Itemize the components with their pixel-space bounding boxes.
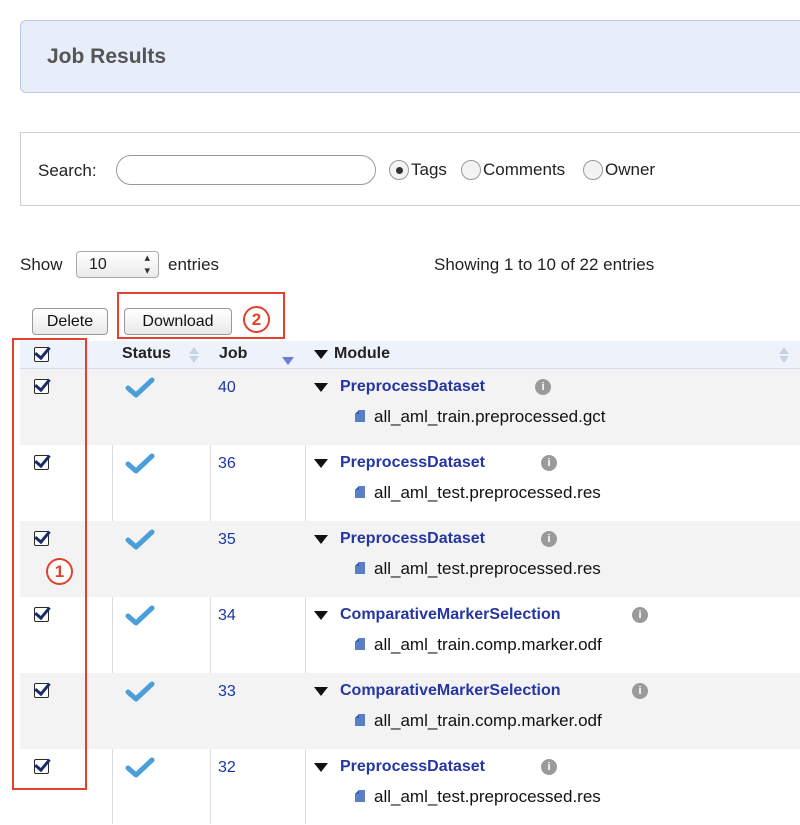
entries-label: entries (168, 255, 220, 274)
table-row[interactable]: 32 PreprocessDataset i all_aml_test.preproc… (20, 749, 800, 825)
file-output-icon (355, 486, 365, 498)
table-row[interactable]: 35 PreprocessDataset i all_aml_test.preproc… (20, 521, 800, 597)
sort-icon[interactable] (189, 346, 199, 364)
job-id-link[interactable]: 36 (218, 455, 236, 473)
checkmark-icon (125, 757, 155, 778)
job-id-link[interactable]: 34 (218, 607, 236, 625)
info-icon[interactable]: i (541, 455, 557, 471)
column-header-module[interactable]: Module (334, 345, 390, 363)
radio-comments[interactable]: Comments (461, 160, 565, 180)
checkmark-icon (125, 681, 155, 702)
search-label: Search: (38, 161, 97, 180)
file-output-icon (355, 790, 365, 802)
table-row[interactable]: 33 ComparativeMarkerSelection i all_aml_tra… (20, 673, 800, 749)
output-file-link[interactable]: all_aml_train.comp.marker.odf (374, 635, 602, 655)
checkmark-icon (125, 453, 155, 474)
info-icon[interactable]: i (541, 531, 557, 547)
page-title: Job Results (47, 45, 167, 68)
radio-comments-label: Comments (483, 160, 566, 179)
annotation-badge-1: 1 (46, 558, 73, 585)
job-id-link[interactable]: 32 (218, 759, 236, 777)
output-file-link[interactable]: all_aml_train.comp.marker.odf (374, 711, 602, 731)
expand-triangle-icon[interactable] (314, 383, 328, 392)
output-file-link[interactable]: all_aml_train.preprocessed.gct (374, 407, 606, 427)
radio-owner[interactable]: Owner (583, 160, 655, 180)
table-header: Status Job Module (20, 341, 800, 369)
expand-triangle-icon[interactable] (314, 611, 328, 620)
radio-tags-dot[interactable] (389, 160, 409, 180)
expand-triangle-icon[interactable] (314, 687, 328, 696)
module-name-link[interactable]: ComparativeMarkerSelection (340, 606, 561, 624)
checkmark-icon (125, 377, 155, 398)
info-icon[interactable]: i (535, 379, 551, 395)
checkmark-icon (125, 605, 155, 626)
radio-tags-label: Tags (411, 160, 447, 179)
radio-comments-dot[interactable] (461, 160, 481, 180)
expand-triangle-icon[interactable] (314, 763, 328, 772)
info-icon[interactable]: i (632, 607, 648, 623)
output-file-link[interactable]: all_aml_test.preprocessed.res (374, 483, 601, 503)
job-id-link[interactable]: 35 (218, 531, 236, 549)
showing-info: Showing 1 to 10 of 22 entries (434, 255, 655, 274)
entries-select[interactable]: 10 ▴ ▾ (76, 251, 159, 278)
collapse-all-icon[interactable] (314, 350, 328, 359)
expand-triangle-icon[interactable] (314, 535, 328, 544)
table-row[interactable]: 36 PreprocessDataset i all_aml_test.preproc… (20, 445, 800, 521)
output-file-link[interactable]: all_aml_test.preprocessed.res (374, 559, 601, 579)
delete-button[interactable]: Delete (32, 308, 108, 335)
search-panel: Search: Tags Comments Owner (20, 132, 800, 206)
search-input[interactable] (116, 155, 376, 185)
job-results-table: Status Job Module 40 PreprocessDataset i al… (20, 341, 800, 824)
info-icon[interactable]: i (632, 683, 648, 699)
file-output-icon (355, 562, 365, 574)
table-row[interactable]: 34 ComparativeMarkerSelection i all_aml_tra… (20, 597, 800, 673)
file-output-icon (355, 410, 365, 422)
column-header-job[interactable]: Job (219, 345, 247, 363)
module-name-link[interactable]: PreprocessDataset (340, 530, 485, 548)
job-id-link[interactable]: 40 (218, 379, 236, 397)
page-header: Job Results (20, 20, 800, 93)
expand-triangle-icon[interactable] (314, 459, 328, 468)
module-name-link[interactable]: PreprocessDataset (340, 378, 485, 396)
select-arrows-icon: ▴ ▾ (144, 252, 150, 277)
module-name-link[interactable]: PreprocessDataset (340, 454, 485, 472)
sort-icon[interactable] (779, 346, 789, 364)
checkmark-icon (125, 529, 155, 550)
column-header-status[interactable]: Status (122, 345, 171, 363)
file-output-icon (355, 638, 365, 650)
sort-desc-icon[interactable] (282, 357, 294, 365)
radio-owner-label: Owner (605, 160, 656, 179)
radio-tags[interactable]: Tags (389, 160, 447, 180)
radio-owner-dot[interactable] (583, 160, 603, 180)
module-name-link[interactable]: PreprocessDataset (340, 758, 485, 776)
job-id-link[interactable]: 33 (218, 683, 236, 701)
show-label: Show (20, 255, 63, 274)
output-file-link[interactable]: all_aml_test.preprocessed.res (374, 787, 601, 807)
annotation-badge-2: 2 (243, 306, 270, 333)
info-icon[interactable]: i (541, 759, 557, 775)
module-name-link[interactable]: ComparativeMarkerSelection (340, 682, 561, 700)
file-output-icon (355, 714, 365, 726)
table-row[interactable]: 40 PreprocessDataset i all_aml_train.prepro… (20, 369, 800, 445)
entries-select-value: 10 (89, 256, 107, 273)
